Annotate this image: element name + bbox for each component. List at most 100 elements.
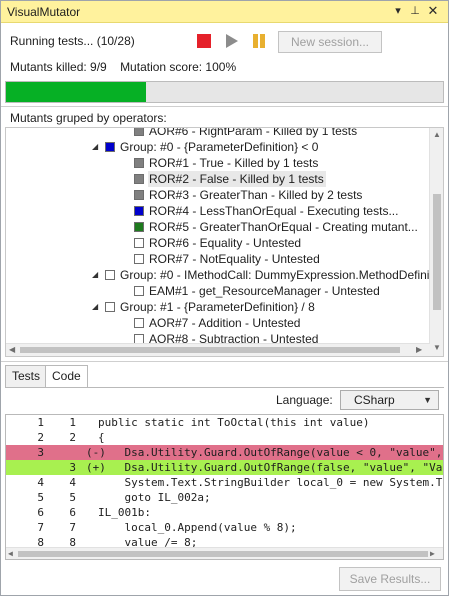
expander-icon[interactable]: ◢ [92,139,102,155]
tree-item-label: AOR#6 - RightParam - Killed by 1 tests [149,127,358,138]
tree-item[interactable]: ROR#4 - LessThanOrEqual - Executing test… [6,203,430,219]
tree-content: AOR#6 - RightParam - Killed by 1 tests ◢ G… [6,127,443,347]
tree-item[interactable]: ◢ Group: #0 - {ParameterDefinition} < 0 [6,139,430,155]
mutation-score: Mutation score: 100% [120,60,237,74]
scroll-up-icon[interactable]: ▲ [433,129,441,141]
tree-item[interactable]: AOR#6 - RightParam - Killed by 1 tests [6,127,430,139]
code-horizontal-scrollbar[interactable]: ◀ ▶ [6,547,443,559]
tree-item[interactable]: ROR#7 - NotEquality - Untested [6,251,430,267]
visualmutator-window: VisualMutator ▾ ⊥ ✕ Running tests... (10… [0,0,449,596]
new-line-number: 1 [69,416,76,429]
tree-item-label: Group: #0 - {ParameterDefinition} < 0 [120,140,319,154]
code-view[interactable]: 1 1 public static int ToOctal(this int val… [5,414,444,560]
tree-item-label: ROR#3 - GreaterThan - Killed by 2 tests [149,188,363,202]
tree-item[interactable]: ROR#3 - GreaterThan - Killed by 2 tests [6,187,430,203]
dropdown-icon[interactable]: ▾ [391,4,405,18]
code-text: goto IL_002a; [98,491,211,504]
new-line-number: 7 [69,521,76,534]
scroll-right-icon[interactable]: ▶ [430,548,435,559]
tree-item-label: Group: #1 - {ParameterDefinition} / 8 [120,300,315,314]
code-line: 6 6 IL_001b: [6,505,443,520]
code-line: 7 7 local_0.Append(value % 8); [6,520,443,535]
stats-line: Mutants killed: 9/9 Mutation score: 100% [10,60,236,74]
status-color-box [134,128,144,136]
new-session-button[interactable]: New session... [278,31,382,53]
tree-item[interactable]: ROR#1 - True - Killed by 1 tests [6,155,430,171]
status-color-box [134,206,144,216]
code-line: 4 4 System.Text.StringBuilder local_0 = n… [6,475,443,490]
divider [1,106,448,107]
scroll-left-icon[interactable]: ◀ [9,344,15,356]
tree-item-label: EAM#1 - get_ResourceManager - Untested [149,284,380,298]
tree-item[interactable]: AOR#7 - Addition - Untested [6,315,430,331]
scroll-left-icon[interactable]: ◀ [8,548,13,559]
tree-item-label: ROR#4 - LessThanOrEqual - Executing test… [149,204,399,218]
stop-icon[interactable] [197,34,211,48]
groups-header: Mutants gruped by operators: [10,111,167,125]
tree-item[interactable]: ROR#6 - Equality - Untested [6,235,430,251]
code-text: IL_001b: [98,506,151,519]
tab-tests[interactable]: Tests [5,365,48,387]
old-line-number: 1 [37,416,44,429]
scroll-thumb[interactable] [18,551,428,557]
status-color-box [105,302,115,312]
language-select[interactable]: CSharp ▼ [340,390,439,410]
tree-item-label: ROR#2 - False - Killed by 1 tests [148,171,326,187]
status-color-box [134,158,144,168]
progress-fill [6,82,147,102]
tree-item[interactable]: ROR#5 - GreaterThanOrEqual - Creating mu… [6,219,430,235]
new-line-number: 2 [69,431,76,444]
chevron-down-icon: ▼ [423,395,432,405]
tree-item-label: ROR#5 - GreaterThanOrEqual - Creating mu… [149,220,418,234]
code-text: public static int ToOctal(this int value… [98,416,370,429]
status-color-box [134,318,144,328]
tab-underline [5,387,444,388]
expander-icon[interactable]: ◢ [92,267,102,283]
tree-item[interactable]: ◢ Group: #1 - {ParameterDefinition} / 8 [6,299,430,315]
code-text: { [98,431,105,444]
title-bar[interactable]: VisualMutator ▾ ⊥ ✕ [1,1,448,23]
status-color-box [134,254,144,264]
scroll-down-icon[interactable]: ▼ [433,342,441,354]
scroll-thumb[interactable] [20,347,400,353]
tree-vertical-scrollbar[interactable]: ▲ ▼ [429,128,443,356]
status-color-box [105,142,115,152]
code-line: 2 2 { [6,430,443,445]
new-line-number: 3 [69,461,76,474]
tree-item-label: ROR#1 - True - Killed by 1 tests [149,156,319,170]
status-color-box [105,270,115,280]
language-label: Language: [276,393,333,407]
code-text: Dsa.Utility.Guard.OutOfRange(value < 0, … [124,446,443,459]
close-icon[interactable]: ✕ [426,4,440,18]
old-line-number: 4 [37,476,44,489]
tree-item[interactable]: ROR#2 - False - Killed by 1 tests [6,171,430,187]
tree-item-label: ROR#7 - NotEquality - Untested [149,252,320,266]
tree-item-label: ROR#6 - Equality - Untested [149,236,302,250]
code-line: 5 5 goto IL_002a; [6,490,443,505]
progress-bar [5,81,444,103]
scroll-right-icon[interactable]: ▶ [416,344,422,356]
tree-horizontal-scrollbar[interactable]: ◀ ▶ [6,343,430,356]
pause-icon[interactable] [252,34,266,48]
old-line-number: 3 [37,446,44,459]
tree-item[interactable]: EAM#1 - get_ResourceManager - Untested [6,283,430,299]
pin-icon[interactable]: ⊥ [408,4,422,18]
splitter[interactable] [1,361,448,362]
code-text: local_0.Append(value % 8); [98,521,297,534]
mutants-tree[interactable]: AOR#6 - RightParam - Killed by 1 tests ◢ G… [5,127,444,357]
play-icon[interactable] [226,34,238,48]
code-line: 1 1 public static int ToOctal(this int val… [6,415,443,430]
code-text: System.Text.StringBuilder local_0 = new … [124,476,443,489]
code-line: 3 (+) Dsa.Utility.Guard.OutOfRange(false,… [6,460,443,475]
status-color-box [134,190,144,200]
old-line-number: 7 [37,521,44,534]
tree-item[interactable]: ◢ Group: #0 - IMethodCall: DummyExpressio… [6,267,443,283]
tab-code[interactable]: Code [45,365,88,388]
old-line-number: 5 [37,491,44,504]
new-line-number: 4 [69,476,76,489]
mutants-killed: Mutants killed: 9/9 [10,60,107,74]
scroll-thumb[interactable] [433,194,441,310]
status-color-box [134,238,144,248]
expander-icon[interactable]: ◢ [92,299,102,315]
save-results-button[interactable]: Save Results... [339,567,441,591]
